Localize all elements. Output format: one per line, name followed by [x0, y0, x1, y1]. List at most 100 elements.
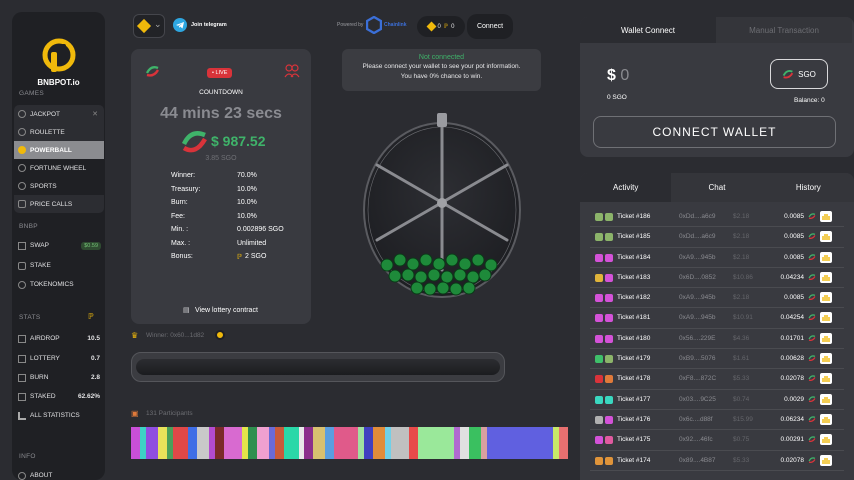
- participant-segment[interactable]: [391, 427, 410, 459]
- participant-segment[interactable]: [214, 427, 224, 459]
- wallet-address[interactable]: 0xDd....a6c9: [679, 233, 716, 240]
- wallet-address[interactable]: 0xB9....5076: [679, 355, 716, 362]
- wallet-address[interactable]: 0xA9....945b: [679, 294, 716, 301]
- participant-segment[interactable]: [196, 427, 209, 459]
- sidebar-item-label: SWAP: [30, 242, 49, 249]
- participant-segment[interactable]: [304, 427, 314, 459]
- participant-segment[interactable]: [157, 427, 167, 459]
- activity-row[interactable]: Ticket #176 0x6c....d88f $15.99 0.06234: [590, 410, 844, 431]
- participant-segment[interactable]: [256, 427, 269, 459]
- activity-row[interactable]: Ticket #181 0xA9....945b $10.91 0.04254: [590, 308, 844, 329]
- stats-airdrop[interactable]: AIRDROP 10.5: [14, 330, 104, 347]
- participant-segment[interactable]: [418, 427, 455, 459]
- wallet-address[interactable]: 0xF8....872C: [679, 375, 716, 382]
- hand-icon[interactable]: [820, 393, 832, 405]
- connect-wallet-button[interactable]: CONNECT WALLET: [593, 116, 836, 148]
- activity-row[interactable]: Ticket #182 0xA9....945b $2.18 0.0085: [590, 288, 844, 309]
- stats-burn[interactable]: BURN 2.8: [14, 369, 104, 386]
- activity-row[interactable]: Ticket #185 0xDd....a6c9 $2.18 0.0085: [590, 227, 844, 248]
- sidebar-item-sports[interactable]: SPORTS: [14, 177, 104, 195]
- wallet-address[interactable]: 0x89....4B87: [679, 457, 716, 464]
- participant-segment[interactable]: [274, 427, 284, 459]
- participant-segment[interactable]: [283, 427, 299, 459]
- hand-icon[interactable]: [820, 353, 832, 365]
- participant-segment[interactable]: [172, 427, 188, 459]
- balance-pill[interactable]: 0 ℙ 0: [417, 16, 465, 37]
- activity-row[interactable]: Ticket #178 0xF8....872C $5.33 0.02078: [590, 369, 844, 390]
- sidebar-item-jackpot[interactable]: JACKPOT ✕: [14, 105, 104, 123]
- stats-all-statistics[interactable]: ALL STATISTICS: [14, 407, 104, 424]
- participant-segment[interactable]: [364, 427, 374, 459]
- stats-lottery[interactable]: LOTTERY 0.7: [14, 350, 104, 367]
- tab-manual-transaction[interactable]: Manual Transaction: [716, 17, 852, 43]
- activity-row[interactable]: Ticket #184 0xA9....945b $2.18 0.0085: [590, 248, 844, 268]
- users-icon[interactable]: [284, 64, 300, 78]
- bnbpot-logo-icon[interactable]: [42, 38, 76, 74]
- participant-segment[interactable]: [187, 427, 197, 459]
- hand-icon[interactable]: [820, 332, 832, 344]
- participant-segment[interactable]: [223, 427, 242, 459]
- hand-icon[interactable]: [820, 373, 832, 385]
- hand-icon[interactable]: [820, 211, 832, 222]
- token-select-button[interactable]: SGO: [770, 59, 828, 89]
- activity-row[interactable]: Ticket #183 0x6D....0852 $10.86 0.04234: [590, 268, 844, 289]
- wallet-address[interactable]: 0xDd....a6c9: [679, 213, 716, 220]
- sidebar-item-swap[interactable]: SWAP $0.59: [14, 237, 104, 254]
- wallet-address[interactable]: 0x92....46fc: [679, 436, 713, 443]
- participant-segment[interactable]: [460, 427, 470, 459]
- participant-segment[interactable]: [373, 427, 386, 459]
- activity-row[interactable]: Ticket #175 0x92....46fc $0.75 0.00291: [590, 430, 844, 451]
- activity-row[interactable]: Ticket #186 0xDd....a6c9 $2.18 0.0085: [590, 207, 844, 228]
- hand-icon[interactable]: [820, 312, 832, 324]
- participant-segment[interactable]: [313, 427, 326, 459]
- sidebar-item-roulette[interactable]: ROULETTE: [14, 123, 104, 141]
- tab-activity[interactable]: Activity: [580, 173, 672, 202]
- hand-icon[interactable]: [820, 292, 832, 304]
- activity-row[interactable]: Ticket #180 0x56....229E $4.36 0.01701: [590, 329, 844, 350]
- hand-icon[interactable]: [820, 231, 832, 243]
- hand-icon[interactable]: [820, 434, 832, 446]
- view-contract-link[interactable]: View lottery contract: [195, 307, 258, 314]
- activity-row[interactable]: Ticket #174 0x89....4B87 $5.33 0.02078: [590, 451, 844, 471]
- wallet-address[interactable]: 0xA9....945b: [679, 314, 716, 321]
- sidebar-item-about[interactable]: ABOUT: [14, 467, 104, 480]
- last-winner[interactable]: Winner: 0x60...1d82: [146, 332, 204, 339]
- participant-segment[interactable]: [469, 427, 481, 459]
- sidebar-item-powerball[interactable]: POWERBALL: [14, 141, 104, 159]
- wallet-address[interactable]: 0x6D....0852: [679, 274, 716, 281]
- participant-segment[interactable]: [486, 427, 553, 459]
- activity-row[interactable]: Ticket #177 0x03....9C25 $0.74 0.0029: [590, 390, 844, 410]
- wallet-address[interactable]: 0x56....229E: [679, 335, 716, 342]
- sidebar-item-price-calls[interactable]: PRICE CALLS: [14, 195, 104, 213]
- network-select[interactable]: ⌄: [133, 14, 165, 38]
- tab-history[interactable]: History: [763, 173, 854, 202]
- participant-segment[interactable]: [145, 427, 158, 459]
- wallet-address[interactable]: 0xA9....945b: [679, 254, 716, 261]
- hand-icon[interactable]: [820, 454, 832, 466]
- wallet-address[interactable]: 0x03....9C25: [679, 396, 716, 403]
- activity-row[interactable]: Ticket #179 0xB9....5076 $1.61 0.00628: [590, 349, 844, 370]
- sidebar-item-stake[interactable]: STAKE: [14, 257, 104, 274]
- sidebar-item-tokenomics[interactable]: TOKENOMICS: [14, 276, 104, 293]
- avatar: [595, 375, 603, 384]
- stats-staked[interactable]: STAKED 62.62%: [14, 388, 104, 405]
- participant-segment[interactable]: [558, 427, 568, 459]
- hand-icon[interactable]: [820, 251, 832, 263]
- tab-wallet-connect[interactable]: Wallet Connect: [580, 17, 716, 43]
- participant-segment[interactable]: [334, 427, 359, 459]
- mute-icon[interactable]: ✕: [92, 110, 98, 118]
- participant-segment[interactable]: [325, 427, 335, 459]
- hand-icon[interactable]: [820, 413, 832, 425]
- participant-segment[interactable]: [247, 427, 257, 459]
- wallet-address[interactable]: 0x6c....d88f: [679, 416, 713, 423]
- telegram-link[interactable]: Join telegram: [191, 22, 227, 28]
- hand-icon[interactable]: [820, 271, 832, 283]
- sidebar-item-fortune-wheel[interactable]: FORTUNE WHEEL: [14, 159, 104, 177]
- tab-chat[interactable]: Chat: [671, 173, 762, 202]
- participant-segment[interactable]: [131, 427, 140, 459]
- connect-button[interactable]: Connect: [467, 14, 513, 39]
- document-icon: ▤: [183, 307, 190, 314]
- participant-segment[interactable]: [409, 427, 419, 459]
- sgo-logo-icon: [782, 69, 794, 79]
- telegram-icon[interactable]: [173, 18, 187, 32]
